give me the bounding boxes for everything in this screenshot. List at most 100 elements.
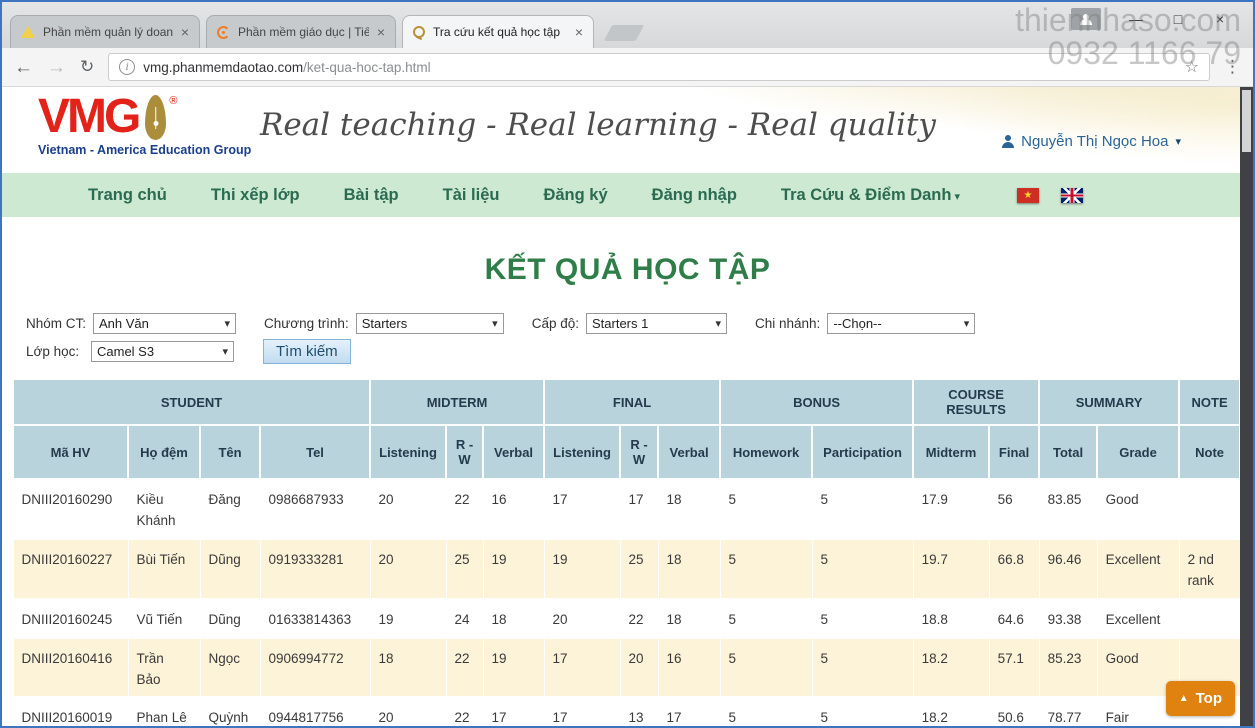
warning-triangle-icon: [21, 26, 35, 38]
nav-item-thi-xep-lop[interactable]: Thi xếp lớp: [211, 186, 300, 205]
nav-item-tra-cuu-diem-danh[interactable]: Tra Cứu & Điểm Danh▾: [781, 186, 960, 205]
table-cell: Ngọc: [200, 638, 260, 698]
page-title: KẾT QUẢ HỌC TẬP: [2, 253, 1253, 287]
forward-icon[interactable]: →: [47, 58, 66, 77]
column-header: R - W: [620, 425, 658, 479]
address-bar[interactable]: i vmg.phanmemdaotao.com/ket-qua-hoc-tap.…: [108, 53, 1210, 81]
table-cell: 5: [812, 539, 913, 599]
column-header: Participation: [812, 425, 913, 479]
column-header: Verbal: [658, 425, 720, 479]
logo-subtitle: Vietnam - America Education Group: [38, 143, 251, 157]
browser-tab-2[interactable]: Phần mềm giáo dục | Tiế ×: [206, 15, 396, 48]
search-button[interactable]: Tìm kiếm: [263, 339, 351, 364]
table-cell: 5: [812, 697, 913, 726]
browser-tab-active[interactable]: Tra cứu kết quả học tập ×: [402, 15, 594, 48]
table-cell: 24: [446, 599, 483, 638]
table-cell: Good: [1097, 479, 1179, 539]
url-domain: vmg.phanmemdaotao.com: [143, 60, 303, 75]
pen-icon: [145, 95, 166, 140]
tab-close-icon[interactable]: ×: [377, 24, 385, 40]
table-cell: 16: [483, 479, 544, 539]
nav-item-dang-nhap[interactable]: Đăng nhập: [652, 186, 737, 205]
table-cell: Bùi Tiến: [128, 539, 200, 599]
info-icon[interactable]: i: [119, 59, 135, 75]
nav-item-bai-tap[interactable]: Bài tập: [344, 186, 399, 205]
table-cell: 2 nd rank: [1179, 539, 1240, 599]
label-chuong-trinh: Chương trình:: [264, 316, 349, 331]
column-header: Verbal: [483, 425, 544, 479]
nav-item-trang-chu[interactable]: Trang chủ: [88, 186, 167, 205]
reload-icon[interactable]: ↻: [80, 57, 94, 77]
table-cell: 01633814363: [260, 599, 370, 638]
nhom-ct-select[interactable]: Anh Văn: [93, 313, 236, 334]
orange-swirl-icon: [217, 26, 230, 39]
back-icon[interactable]: ←: [14, 58, 33, 77]
table-cell: 16: [658, 638, 720, 698]
table-cell: 19: [370, 599, 446, 638]
label-nhom-ct: Nhóm CT:: [26, 316, 86, 331]
vietnam-flag-icon[interactable]: [1017, 188, 1039, 203]
page-content: VMG ® Vietnam - America Education Group …: [2, 87, 1253, 726]
table-cell: 5: [720, 539, 812, 599]
lop-hoc-select[interactable]: Camel S3: [91, 341, 234, 362]
table-cell: Trần Bảo: [128, 638, 200, 698]
table-cell: Quỳnh: [200, 697, 260, 726]
close-button[interactable]: ×: [1199, 11, 1241, 27]
vmg-logo[interactable]: VMG ® Vietnam - America Education Group: [38, 95, 251, 157]
table-cell: 17: [544, 638, 620, 698]
column-header: Note: [1179, 425, 1240, 479]
table-cell: 18: [658, 599, 720, 638]
chevron-down-icon: ▾: [954, 191, 960, 203]
column-header: Tel: [260, 425, 370, 479]
table-cell: 85.23: [1039, 638, 1097, 698]
table-cell: 18: [370, 638, 446, 698]
minimize-button[interactable]: —: [1115, 11, 1157, 27]
column-group-header: COURSE RESULTS: [913, 379, 1039, 425]
table-cell: DNIII20160019: [13, 697, 128, 726]
back-to-top-button[interactable]: ▲ Top: [1166, 681, 1235, 716]
vertical-scrollbar[interactable]: [1240, 87, 1253, 726]
nav-item-tai-lieu[interactable]: Tài liệu: [443, 186, 500, 205]
arrow-up-icon: ▲: [1179, 693, 1189, 704]
table-cell: 5: [720, 638, 812, 698]
user-icon: [1001, 135, 1014, 148]
column-group-header: SUMMARY: [1039, 379, 1179, 425]
chuong-trinh-select[interactable]: Starters: [356, 313, 504, 334]
table-cell: 18.2: [913, 638, 989, 698]
table-cell: 18: [658, 479, 720, 539]
url-path: /ket-qua-hoc-tap.html: [303, 60, 431, 75]
bookmark-star-icon[interactable]: ☆: [1185, 57, 1199, 77]
user-menu[interactable]: Nguyễn Thị Ngọc Hoa ▾: [1001, 133, 1181, 150]
browser-tab-1[interactable]: Phần mềm quản lý doanh ×: [10, 15, 200, 48]
cap-do-select[interactable]: Starters 1: [586, 313, 727, 334]
browser-menu-icon[interactable]: ⋮: [1224, 57, 1241, 77]
column-group-header: FINAL: [544, 379, 720, 425]
table-cell: 5: [720, 697, 812, 726]
new-tab-button[interactable]: [604, 25, 645, 41]
results-table: STUDENTMIDTERMFINALBONUSCOURSE RESULTSSU…: [12, 378, 1241, 726]
nav-item-dang-ky[interactable]: Đăng ký: [543, 186, 607, 205]
maximize-button[interactable]: □: [1157, 11, 1199, 27]
tab-close-icon[interactable]: ×: [181, 24, 189, 40]
scrollbar-thumb[interactable]: [1242, 90, 1251, 152]
table-cell: DNIII20160416: [13, 638, 128, 698]
filter-panel: Nhóm CT: Anh Văn Chương trình: Starters …: [26, 313, 1253, 364]
table-cell: 17.9: [913, 479, 989, 539]
table-cell: 5: [720, 479, 812, 539]
column-header: R - W: [446, 425, 483, 479]
column-header: Final: [989, 425, 1039, 479]
site-header: VMG ® Vietnam - America Education Group …: [2, 87, 1253, 173]
chi-nhanh-select[interactable]: --Chọn--: [827, 313, 975, 334]
table-cell: 5: [812, 479, 913, 539]
table-cell: [1179, 479, 1240, 539]
profile-avatar-icon[interactable]: [1071, 8, 1101, 30]
column-header: Mã HV: [13, 425, 128, 479]
uk-flag-icon[interactable]: [1061, 188, 1083, 203]
table-cell: 93.38: [1039, 599, 1097, 638]
table-cell: 18: [658, 539, 720, 599]
tab-close-icon[interactable]: ×: [575, 24, 583, 40]
gold-badge-icon: [413, 26, 425, 38]
table-cell: 18: [483, 599, 544, 638]
browser-toolbar: ← → ↻ i vmg.phanmemdaotao.com/ket-qua-ho…: [2, 48, 1253, 87]
table-cell: DNIII20160290: [13, 479, 128, 539]
